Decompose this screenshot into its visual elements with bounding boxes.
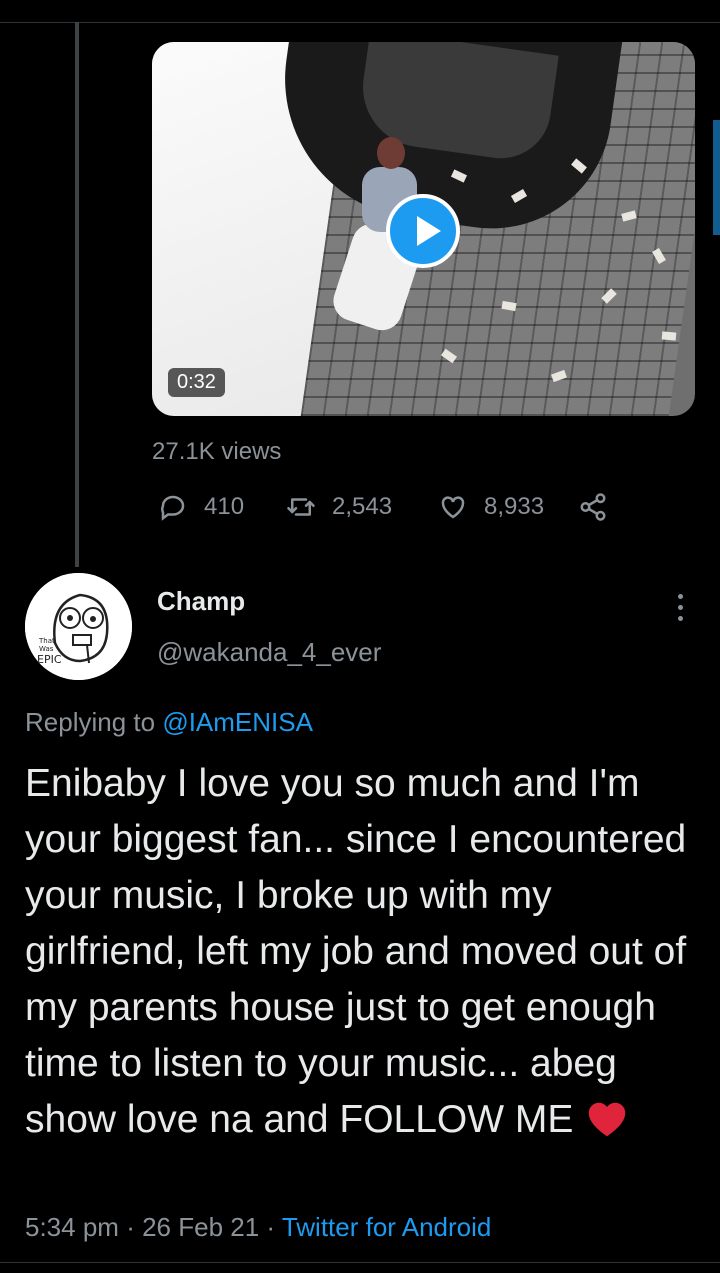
share-icon xyxy=(580,493,606,521)
video-thumbnail[interactable]: 0:32 xyxy=(152,42,695,416)
avatar[interactable]: That Was EPIC xyxy=(25,573,132,680)
tweet-body: Enibaby I love you so much and I'm your … xyxy=(25,762,687,1141)
tweet-meta: 5:34 pm · 26 Feb 21 · Twitter for Androi… xyxy=(25,1212,492,1242)
video-duration: 0:32 xyxy=(168,368,225,397)
heart-emoji xyxy=(589,1102,626,1137)
svg-text:Was: Was xyxy=(39,645,54,653)
user-handle[interactable]: @wakanda_4_ever xyxy=(157,637,381,668)
svg-text:EPIC: EPIC xyxy=(37,653,62,666)
replying-to-line: Replying to @IAmENISA xyxy=(25,707,313,738)
bottom-divider xyxy=(0,1262,720,1263)
top-divider xyxy=(0,22,720,23)
like-icon xyxy=(441,496,465,519)
reply-count: 410 xyxy=(204,493,245,520)
thread-connector-line xyxy=(75,22,79,567)
reply-button[interactable]: 410 xyxy=(158,492,244,522)
reply-icon xyxy=(161,495,185,521)
retweet-count: 2,543 xyxy=(332,493,393,520)
more-icon[interactable] xyxy=(670,590,690,624)
like-count: 8,933 xyxy=(484,493,545,520)
display-name[interactable]: Champ xyxy=(157,586,245,617)
play-icon[interactable] xyxy=(386,194,460,268)
retweet-icon xyxy=(287,498,315,516)
retweet-button[interactable]: 2,543 xyxy=(286,492,392,522)
avatar-caption: That xyxy=(38,637,55,645)
replying-to-mention[interactable]: @IAmENISA xyxy=(162,707,313,737)
like-button[interactable]: 8,933 xyxy=(438,492,544,522)
replying-to-label: Replying to xyxy=(25,707,156,737)
tweet-text: Enibaby I love you so much and I'm your … xyxy=(25,756,695,1148)
tweet-source-link[interactable]: Twitter for Android xyxy=(282,1212,492,1242)
scroll-indicator[interactable] xyxy=(713,120,720,235)
share-button[interactable] xyxy=(578,492,608,522)
tweet-date: 26 Feb 21 xyxy=(142,1212,260,1242)
video-frame-banknote xyxy=(661,331,677,341)
tweet-time: 5:34 pm xyxy=(25,1212,119,1242)
view-count: 27.1K views xyxy=(152,438,282,465)
avatar-meme-face: That Was EPIC xyxy=(25,573,132,680)
